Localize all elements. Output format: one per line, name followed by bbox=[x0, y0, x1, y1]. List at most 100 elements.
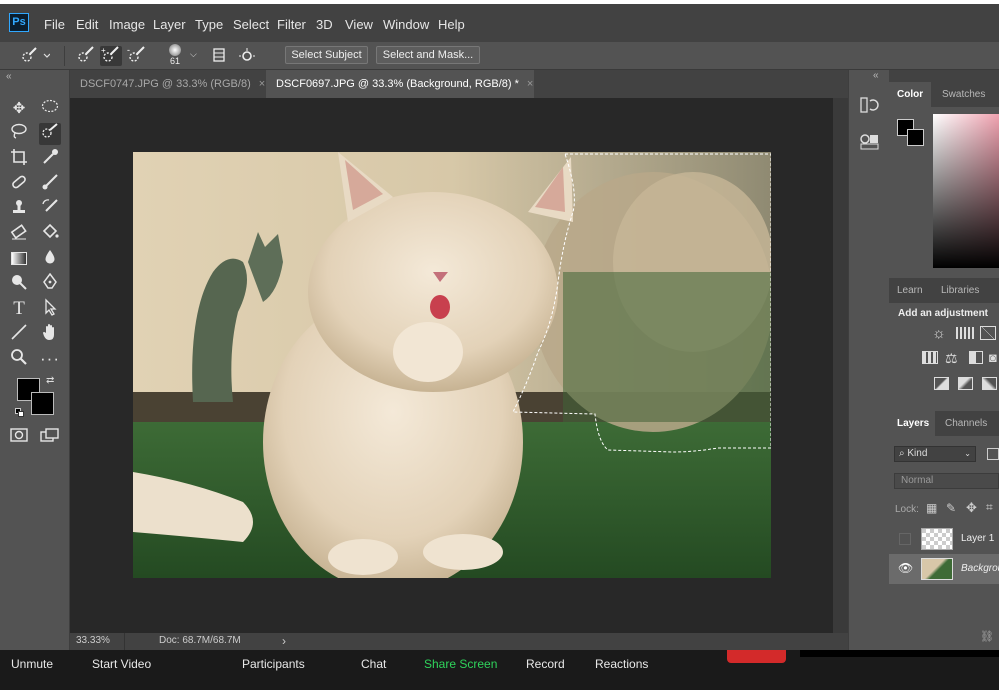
levels-icon[interactable] bbox=[956, 327, 974, 339]
layer-row[interactable]: Layer 1 bbox=[889, 524, 999, 554]
black-white-icon[interactable] bbox=[969, 351, 983, 364]
quick-selection-tool-icon[interactable] bbox=[39, 123, 61, 145]
canvas-scrollbar[interactable] bbox=[833, 98, 848, 633]
participants-button[interactable]: Participants bbox=[242, 657, 305, 671]
add-to-selection-icon[interactable]: + bbox=[100, 46, 122, 66]
threshold-icon[interactable] bbox=[982, 377, 997, 390]
color-picker-field[interactable] bbox=[933, 114, 999, 268]
vibrance-icon[interactable] bbox=[922, 351, 938, 364]
path-selection-icon[interactable] bbox=[39, 298, 61, 320]
start-video-button[interactable]: Start Video bbox=[92, 657, 151, 671]
chat-button[interactable]: Chat bbox=[361, 657, 386, 671]
menu-help[interactable]: Help bbox=[438, 17, 465, 32]
menu-view[interactable]: View bbox=[345, 17, 373, 32]
menu-edit[interactable]: Edit bbox=[76, 17, 98, 32]
menu-layer[interactable]: Layer bbox=[153, 17, 186, 32]
properties-panel-icon[interactable] bbox=[858, 130, 880, 152]
layer-row-selected[interactable]: 👁 Background bbox=[889, 554, 999, 584]
elliptical-marquee-icon[interactable] bbox=[39, 98, 61, 120]
crop-tool-icon[interactable] bbox=[8, 148, 30, 170]
curves-icon[interactable] bbox=[980, 326, 996, 340]
blend-mode-select[interactable]: Normal bbox=[894, 473, 999, 489]
brightness-contrast-icon[interactable]: ☼ bbox=[932, 325, 946, 342]
paint-bucket-icon[interactable] bbox=[39, 223, 61, 245]
eyedropper-tool-icon[interactable] bbox=[39, 148, 61, 170]
pen-tool-icon[interactable] bbox=[39, 272, 61, 295]
new-selection-icon[interactable] bbox=[75, 46, 97, 66]
link-layers-icon[interactable]: ⛓ bbox=[980, 630, 994, 643]
zoom-level[interactable]: 33.33% bbox=[76, 635, 110, 646]
color-balance-icon[interactable]: ⚖ bbox=[945, 350, 958, 367]
posterize-icon[interactable] bbox=[958, 377, 973, 390]
gradient-tool-icon[interactable] bbox=[8, 248, 30, 270]
menu-select[interactable]: Select bbox=[233, 17, 269, 32]
brush-tool-icon[interactable] bbox=[39, 173, 61, 195]
unmute-button[interactable]: Unmute bbox=[11, 657, 53, 671]
eye-icon[interactable]: 👁 bbox=[898, 561, 913, 575]
sample-all-layers-icon[interactable] bbox=[208, 46, 230, 66]
type-tool-icon[interactable]: T bbox=[8, 298, 30, 320]
close-icon[interactable]: × bbox=[259, 78, 265, 90]
menu-image[interactable]: Image bbox=[109, 17, 145, 32]
swap-colors-icon[interactable]: ⇄ bbox=[46, 375, 54, 386]
tab-layers[interactable]: Layers bbox=[889, 411, 935, 436]
tab-color[interactable]: Color bbox=[889, 82, 931, 107]
lasso-tool-icon[interactable] bbox=[8, 123, 30, 145]
chevron-down-icon[interactable]: ⌵ bbox=[190, 49, 197, 60]
tab-libraries[interactable]: Libraries bbox=[933, 278, 993, 303]
auto-enhance-icon[interactable] bbox=[236, 46, 258, 66]
reactions-button[interactable]: Reactions bbox=[595, 657, 648, 671]
tab-dscf0697[interactable]: DSCF0697.JPG @ 33.3% (Background, RGB/8)… bbox=[266, 70, 534, 98]
menu-file[interactable]: File bbox=[44, 17, 65, 32]
filter-image-icon[interactable] bbox=[987, 448, 999, 460]
clone-stamp-icon[interactable] bbox=[8, 198, 30, 220]
lock-transparent-pixels-icon[interactable]: ▦ bbox=[926, 501, 937, 515]
collapse-panels-icon[interactable]: « bbox=[873, 70, 879, 81]
close-icon[interactable]: × bbox=[527, 78, 533, 90]
brush-size-picker[interactable]: 61 bbox=[164, 44, 186, 68]
tab-swatches[interactable]: Swatches bbox=[934, 82, 999, 107]
panel-background-swatch[interactable] bbox=[907, 129, 924, 146]
default-colors-icon[interactable] bbox=[15, 408, 25, 418]
more-tools-icon[interactable]: ··· bbox=[39, 348, 61, 370]
lock-position-icon[interactable]: ✥ bbox=[966, 500, 977, 516]
background-color-swatch[interactable] bbox=[31, 392, 54, 415]
end-meeting-button[interactable] bbox=[727, 650, 786, 663]
hand-tool-icon[interactable] bbox=[39, 323, 61, 345]
menu-window[interactable]: Window bbox=[383, 17, 429, 32]
history-brush-icon[interactable] bbox=[39, 198, 61, 220]
eraser-tool-icon[interactable] bbox=[8, 223, 30, 245]
tab-channels[interactable]: Channels bbox=[937, 411, 997, 436]
select-and-mask-button[interactable]: Select and Mask... bbox=[376, 46, 480, 64]
history-panel-icon[interactable] bbox=[858, 94, 880, 116]
spot-healing-icon[interactable] bbox=[8, 173, 30, 195]
invert-icon[interactable] bbox=[934, 377, 949, 390]
share-screen-button[interactable]: Share Screen bbox=[424, 657, 497, 671]
subtract-from-selection-icon[interactable]: - bbox=[126, 45, 148, 66]
lock-image-pixels-icon[interactable]: ✎ bbox=[946, 501, 956, 515]
tab-learn[interactable]: Learn bbox=[889, 278, 931, 303]
blur-tool-icon[interactable] bbox=[39, 248, 61, 270]
menu-filter[interactable]: Filter bbox=[277, 17, 306, 32]
layer-name: Background bbox=[961, 563, 999, 574]
record-button[interactable]: Record bbox=[526, 657, 565, 671]
quick-mask-icon[interactable] bbox=[8, 427, 30, 449]
screen-mode-icon[interactable] bbox=[39, 427, 61, 449]
dodge-tool-icon[interactable] bbox=[8, 273, 30, 295]
document-image[interactable] bbox=[133, 152, 771, 578]
tab-dscf0747[interactable]: DSCF0747.JPG @ 33.3% (RGB/8) × bbox=[70, 70, 266, 98]
status-menu-arrow-icon[interactable]: › bbox=[282, 634, 286, 648]
menu-type[interactable]: Type bbox=[195, 17, 223, 32]
menu-3d[interactable]: 3D bbox=[316, 17, 333, 32]
visibility-toggle-off[interactable] bbox=[899, 533, 911, 545]
svg-text:+: + bbox=[101, 46, 106, 55]
line-tool-icon[interactable] bbox=[8, 323, 30, 345]
tool-preset-picker[interactable] bbox=[18, 46, 52, 66]
zoom-tool-icon[interactable] bbox=[8, 348, 30, 370]
move-tool-icon[interactable]: ✥ bbox=[8, 98, 30, 120]
photo-filter-icon[interactable]: ◙ bbox=[989, 350, 997, 365]
lock-artboard-icon[interactable]: ⌗ bbox=[986, 500, 993, 515]
select-subject-button[interactable]: Select Subject bbox=[285, 46, 368, 64]
layer-filter-select[interactable]: ⌕ Kind ⌄ bbox=[894, 446, 976, 462]
collapse-toolbar-icon[interactable]: « bbox=[6, 71, 12, 82]
